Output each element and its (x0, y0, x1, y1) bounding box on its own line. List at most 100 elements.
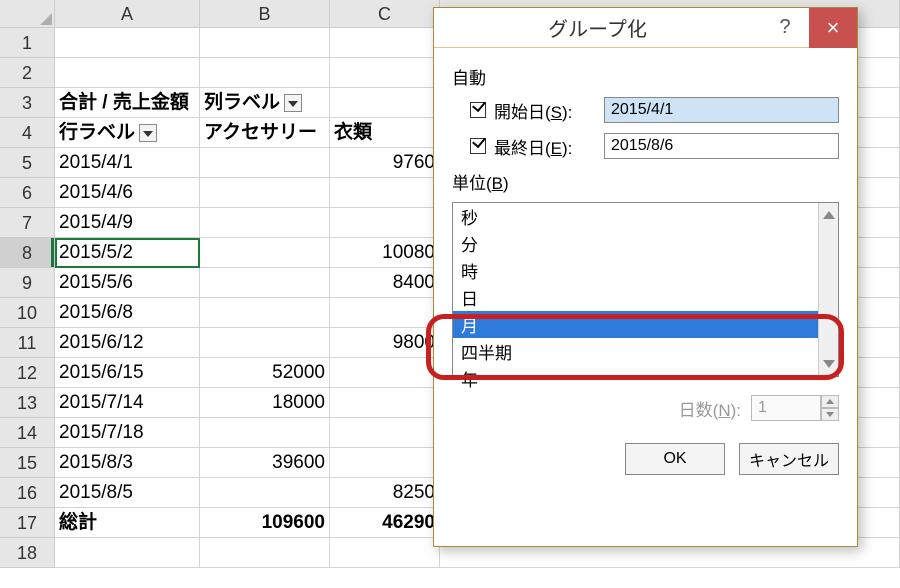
row-header[interactable]: 8 (0, 238, 55, 268)
group-dialog: グループ化 ? × 自動 開始日(S): 最終日(E): 単位(B) 秒分時日月… (433, 7, 858, 547)
cell[interactable] (330, 88, 440, 118)
cell[interactable] (200, 478, 330, 508)
cell[interactable]: 8250 (330, 478, 440, 508)
row-header[interactable]: 1 (0, 28, 55, 58)
col-header-B[interactable]: B (200, 0, 330, 28)
dialog-title: グループ化 (434, 13, 761, 42)
cell[interactable]: 9800 (330, 328, 440, 358)
cell[interactable] (330, 58, 440, 88)
row-header[interactable]: 7 (0, 208, 55, 238)
row-header[interactable]: 17 (0, 508, 55, 538)
cell[interactable] (200, 208, 330, 238)
cell[interactable]: 109600 (200, 508, 330, 538)
cell[interactable]: 2015/8/3 (55, 448, 200, 478)
row-header[interactable]: 3 (0, 88, 55, 118)
cell[interactable]: 2015/6/8 (55, 298, 200, 328)
cell[interactable]: 2015/4/1 (55, 148, 200, 178)
end-date-row: 最終日(E): (470, 133, 839, 159)
row-header[interactable]: 9 (0, 268, 55, 298)
cell[interactable] (200, 238, 330, 268)
cell[interactable] (200, 538, 330, 568)
start-date-row: 開始日(S): (470, 97, 839, 123)
cancel-button[interactable]: キャンセル (739, 443, 839, 475)
row-header[interactable]: 4 (0, 118, 55, 148)
row-header[interactable]: 6 (0, 178, 55, 208)
dialog-titlebar: グループ化 ? × (434, 8, 857, 48)
row-header[interactable]: 5 (0, 148, 55, 178)
close-button[interactable]: × (809, 8, 857, 48)
cell[interactable] (200, 58, 330, 88)
cell[interactable]: 総計 (55, 508, 200, 538)
row-header[interactable]: 10 (0, 298, 55, 328)
row-filter-button[interactable] (139, 124, 157, 142)
cell[interactable]: 衣類 (330, 118, 440, 148)
cell[interactable]: 2015/7/14 (55, 388, 200, 418)
cell[interactable]: 2015/5/2 (55, 238, 200, 268)
cell[interactable] (200, 418, 330, 448)
ok-button[interactable]: OK (625, 443, 725, 475)
row-header[interactable]: 11 (0, 328, 55, 358)
start-date-input[interactable] (604, 97, 839, 123)
cell[interactable] (55, 28, 200, 58)
cell[interactable] (330, 418, 440, 448)
unit-option[interactable]: 分 (453, 230, 838, 257)
row-header[interactable]: 12 (0, 358, 55, 388)
days-spin-down[interactable] (821, 408, 839, 421)
cell[interactable] (330, 178, 440, 208)
days-row: 日数(N): (452, 395, 839, 421)
cell[interactable]: 2015/6/15 (55, 358, 200, 388)
start-date-checkbox[interactable] (470, 102, 486, 118)
column-filter-button[interactable] (284, 94, 302, 112)
cell[interactable]: アクセサリー (200, 118, 330, 148)
cell[interactable]: 39600 (200, 448, 330, 478)
cell[interactable] (200, 148, 330, 178)
unit-option[interactable]: 日 (453, 284, 838, 311)
cell[interactable] (200, 298, 330, 328)
cell[interactable] (330, 538, 440, 568)
col-header-C[interactable]: C (330, 0, 440, 28)
col-header-A[interactable]: A (55, 0, 200, 28)
end-date-input[interactable] (604, 133, 839, 159)
cell[interactable] (200, 328, 330, 358)
cell[interactable] (200, 178, 330, 208)
cell[interactable] (55, 538, 200, 568)
cell[interactable] (330, 28, 440, 58)
cell[interactable] (200, 28, 330, 58)
help-button[interactable]: ? (761, 8, 809, 48)
cell[interactable]: 8400 (330, 268, 440, 298)
row-header[interactable]: 15 (0, 448, 55, 478)
cell[interactable]: 18000 (200, 388, 330, 418)
scroll-up-icon[interactable] (823, 207, 835, 219)
cell[interactable]: 52000 (200, 358, 330, 388)
cell[interactable] (200, 268, 330, 298)
cell[interactable] (330, 298, 440, 328)
cell[interactable]: 行ラベル (55, 118, 200, 148)
row-header[interactable]: 2 (0, 58, 55, 88)
cell[interactable]: 10080 (330, 238, 440, 268)
cell[interactable]: 合計 / 売上金額 (55, 88, 200, 118)
cell[interactable]: 2015/4/9 (55, 208, 200, 238)
cell[interactable]: 列ラベル (200, 88, 330, 118)
row-header[interactable]: 18 (0, 538, 55, 568)
cell[interactable]: 2015/7/18 (55, 418, 200, 448)
cell[interactable]: 2015/5/6 (55, 268, 200, 298)
cell[interactable]: 2015/4/6 (55, 178, 200, 208)
row-header[interactable]: 13 (0, 388, 55, 418)
cell[interactable]: 9760 (330, 148, 440, 178)
cell[interactable] (330, 358, 440, 388)
cell[interactable] (330, 208, 440, 238)
unit-option[interactable]: 秒 (453, 203, 838, 230)
row-header[interactable]: 16 (0, 478, 55, 508)
row-header[interactable]: 14 (0, 418, 55, 448)
cell[interactable] (330, 448, 440, 478)
end-date-checkbox[interactable] (470, 138, 486, 154)
days-spin-up[interactable] (821, 395, 839, 408)
cell[interactable]: 2015/6/12 (55, 328, 200, 358)
cell[interactable] (55, 58, 200, 88)
select-all-corner[interactable] (0, 0, 55, 28)
cell[interactable]: 2015/8/5 (55, 478, 200, 508)
days-input[interactable] (751, 395, 821, 421)
unit-option[interactable]: 時 (453, 257, 838, 284)
cell[interactable] (330, 388, 440, 418)
cell[interactable]: 46290 (330, 508, 440, 538)
